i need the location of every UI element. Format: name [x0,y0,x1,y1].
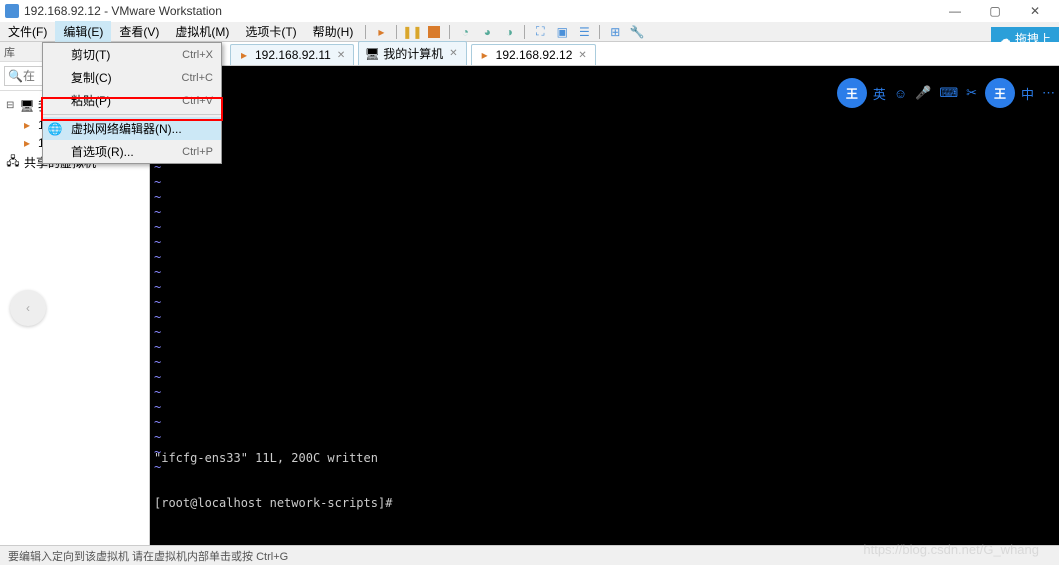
ime-more-icon[interactable]: ⋯ [1038,83,1059,103]
close-icon[interactable]: ✕ [447,48,459,59]
ime-toolbar[interactable]: 王 英 ☺ 🎤 ⌨ ✂ 王 中 ⋯ [837,78,1059,108]
close-icon[interactable]: ✕ [335,50,347,61]
stretch-icon[interactable]: ⊞ [604,21,626,43]
terminal-output: "ifcfg-ens33" 11L, 200C written [154,451,400,466]
ime-zh[interactable]: 中 [1017,82,1038,105]
shared-icon: 🖧 [6,156,20,170]
divider [599,25,600,39]
vm-icon: ▸ [20,118,34,132]
menu-paste[interactable]: 粘贴(P)Ctrl+V [43,89,221,112]
app-icon [4,3,20,19]
thumbnail-icon[interactable]: ☰ [573,21,595,43]
terminal-prompt: [root@localhost network-scripts]# [154,496,400,511]
ime-mic-icon[interactable]: 🎤 [911,83,935,103]
divider [396,25,397,39]
ime-lang[interactable]: 英 [869,82,890,105]
monitor-icon: 🖥 [365,47,379,61]
divider [43,114,221,115]
tab-bar: ▸ 192.168.92.11 ✕ 🖥 我的计算机 ✕ ▸ 192.168.92… [150,42,1059,66]
menu-cut[interactable]: 剪切(T)Ctrl+X [43,43,221,66]
monitor-icon: 🖥 [20,99,34,113]
ime-scissors-icon[interactable]: ✂ [962,83,981,103]
power-dropdown-icon[interactable]: ▸ [370,21,392,43]
menu-copy[interactable]: 复制(C)Ctrl+C [43,66,221,89]
pause-icon[interactable]: ❚❚ [401,21,423,43]
edit-dropdown: 剪切(T)Ctrl+X 复制(C)Ctrl+C 粘贴(P)Ctrl+V 🌐 虚拟… [42,42,222,164]
menu-preferences[interactable]: 首选项(R)...Ctrl+P [43,140,221,163]
snapshot-manager-icon[interactable]: ◕ [476,21,498,43]
wrench-icon[interactable]: 🔧 [626,21,648,43]
ime-keyboard-icon[interactable]: ⌨ [935,83,962,103]
tab-home[interactable]: 🖥 我的计算机 ✕ [358,41,466,65]
collapse-icon: ⊟ [6,100,16,111]
stop-icon[interactable] [423,21,445,43]
menu-edit[interactable]: 编辑(E) [55,21,111,42]
ime-emoji-icon[interactable]: ☺ [890,84,911,103]
revert-icon[interactable]: ◑ [498,21,520,43]
tab-vm[interactable]: ▸ 192.168.92.11 ✕ [230,44,354,65]
divider [449,25,450,39]
search-icon: 🔍 [8,69,23,83]
window-title: 192.168.92.12 - VMware Workstation [24,4,935,18]
minimize-button[interactable]: — [935,0,975,22]
vm-icon: ▸ [20,136,34,150]
divider [524,25,525,39]
unity-icon[interactable]: ▣ [551,21,573,43]
vm-console[interactable]: ~~~~~~~~~~~~~~~~~~~~~~~~~~~ "ifcfg-ens33… [150,66,1059,545]
menu-vm[interactable]: 虚拟机(M) [167,21,237,42]
snapshot-icon[interactable]: ◔ [454,21,476,43]
fullscreen-icon[interactable]: ⛶ [529,21,551,43]
vm-running-icon: ▸ [478,48,492,62]
menu-tabs[interactable]: 选项卡(T) [237,21,304,42]
menu-help[interactable]: 帮助(H) [305,21,362,42]
divider [365,25,366,39]
menu-view[interactable]: 查看(V) [111,21,167,42]
ime-logo-icon[interactable]: 王 [837,78,867,108]
close-button[interactable]: ✕ [1015,0,1055,22]
ime-logo-icon[interactable]: 王 [985,78,1015,108]
scroll-handle[interactable]: ‹ [10,290,46,326]
menu-file[interactable]: 文件(F) [0,21,55,42]
maximize-button[interactable]: ▢ [975,0,1015,22]
watermark: https://blog.csdn.net/G_whang [863,542,1039,557]
menu-virtual-network-editor[interactable]: 🌐 虚拟网络编辑器(N)... [43,117,221,140]
vm-running-icon: ▸ [237,48,251,62]
tab-vm-active[interactable]: ▸ 192.168.92.12 ✕ [471,44,596,65]
close-icon[interactable]: ✕ [576,50,588,61]
globe-icon: 🌐 [47,121,63,137]
